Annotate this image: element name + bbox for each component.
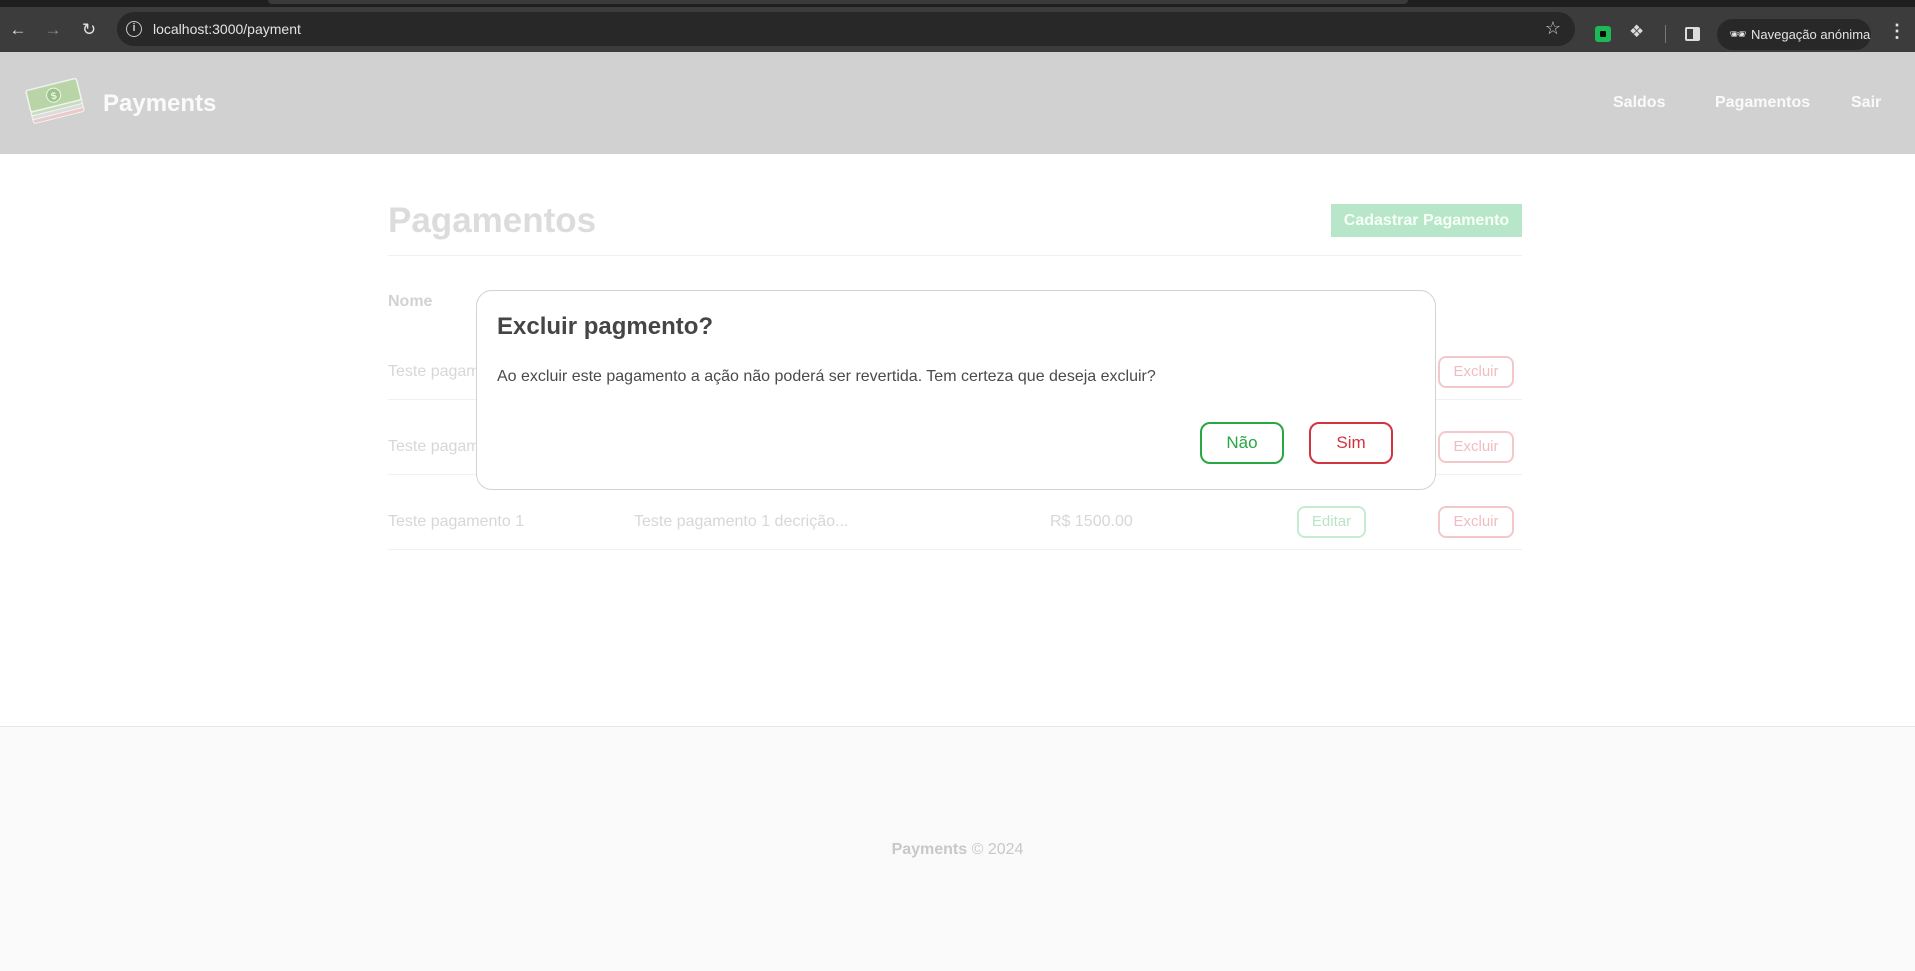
row-1-delete-button[interactable]: Excluir — [1438, 356, 1514, 388]
forward-icon[interactable]: → — [42, 19, 64, 41]
cancel-button[interactable]: Não — [1200, 422, 1284, 464]
side-panel-icon[interactable] — [1685, 27, 1700, 41]
row-3-name: Teste pagamento 1 — [388, 513, 525, 530]
brand-title[interactable]: Payments — [103, 90, 216, 118]
footer-brand: Payments — [891, 841, 968, 858]
footer-copyright: Payments © 2024 — [0, 841, 1915, 859]
incognito-icon: 🕶 — [1729, 26, 1747, 42]
reload-icon[interactable]: ↻ — [78, 19, 100, 41]
address-bar[interactable]: i localhost:3000/payment ☆ — [117, 12, 1575, 46]
toolbar-divider — [1665, 25, 1666, 43]
incognito-label: Navegação anónima — [1751, 27, 1871, 42]
row-3-description: Teste pagamento 1 decrição... — [634, 513, 849, 530]
confirm-delete-button[interactable]: Sim — [1309, 422, 1393, 464]
row-3-delete-button[interactable]: Excluir — [1438, 506, 1514, 538]
row-2-name: Teste pagam — [388, 438, 480, 455]
row-3-edit-button[interactable]: Editar — [1297, 506, 1366, 538]
site-info-icon[interactable]: i — [126, 21, 142, 37]
column-header-name: Nome — [388, 293, 433, 310]
footer-year: © 2024 — [967, 841, 1024, 858]
browser-menu-icon[interactable]: ⋮ — [1888, 21, 1906, 42]
delete-confirm-modal: Excluir pagmento? Ao excluir este pagame… — [476, 290, 1436, 490]
browser-tab-strip — [0, 0, 1915, 7]
back-icon[interactable]: ← — [7, 19, 29, 41]
extensions-puzzle-icon[interactable]: ❖ — [1629, 22, 1644, 42]
row-3-amount: R$ 1500.00 — [1050, 513, 1133, 530]
page-title: Pagamentos — [388, 201, 597, 240]
modal-message: Ao excluir este pagamento a ação não pod… — [497, 368, 1156, 385]
money-logo-icon: $ — [25, 77, 85, 124]
row-divider — [388, 549, 1522, 550]
url-text[interactable]: localhost:3000/payment — [153, 21, 301, 37]
row-1-name: Teste pagam — [388, 363, 480, 380]
modal-title: Excluir pagmento? — [497, 313, 714, 340]
active-tab[interactable] — [268, 0, 1408, 4]
title-divider — [388, 255, 1522, 256]
bookmark-star-icon[interactable]: ☆ — [1545, 18, 1561, 39]
nav-saldos[interactable]: Saldos — [1613, 94, 1665, 112]
nav-pagamentos[interactable]: Pagamentos — [1715, 94, 1810, 112]
browser-toolbar: ← → ↻ i localhost:3000/payment ☆ ❖ 🕶 Nav… — [0, 7, 1915, 52]
add-payment-button[interactable]: Cadastrar Pagamento — [1331, 204, 1522, 237]
row-2-delete-button[interactable]: Excluir — [1438, 431, 1514, 463]
nav-sair[interactable]: Sair — [1851, 94, 1881, 112]
incognito-indicator[interactable]: 🕶 Navegação anónima — [1717, 19, 1871, 50]
extension-icon[interactable] — [1595, 26, 1611, 42]
